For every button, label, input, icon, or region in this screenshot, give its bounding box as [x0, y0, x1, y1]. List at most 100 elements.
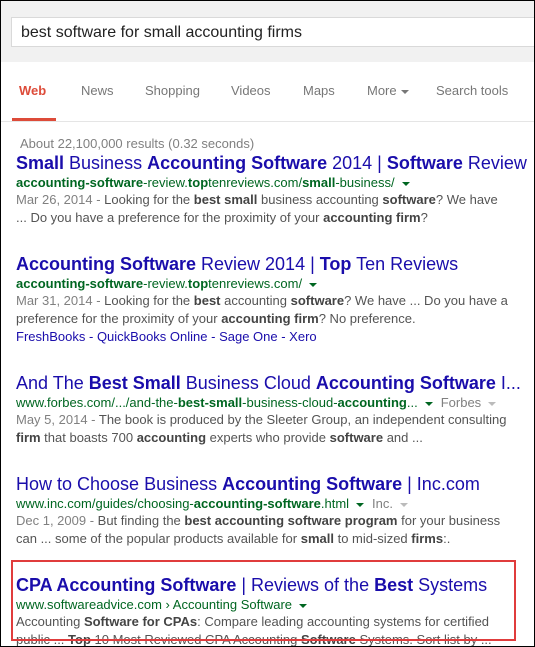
dropdown-arrow-icon[interactable] [424, 401, 433, 406]
sitelinks: FreshBooks - QuickBooks Online - Sage On… [16, 328, 531, 346]
bold-term: best accounting software program [184, 513, 398, 528]
dropdown-arrow-icon[interactable] [400, 502, 409, 507]
dropdown-arrow-icon[interactable] [401, 181, 410, 186]
sitelink[interactable]: FreshBooks [16, 329, 85, 344]
text-segment: The book is produced by the Sleeter Grou… [98, 412, 507, 427]
text-segment: that boasts 700 [40, 430, 137, 445]
dropdown-arrow-icon[interactable] [309, 282, 318, 287]
bold-term: accounting [337, 395, 407, 410]
result-snippet: Dec 1, 2009 - But finding the best accou… [16, 512, 511, 548]
text-segment: .html [320, 496, 350, 511]
result-title-link[interactable]: Small Business Accounting Software 2014 … [16, 152, 531, 174]
text-segment: www.inc.com/guides/choosing- [16, 496, 194, 511]
bold-term: Accounting Software [147, 153, 328, 173]
result-url: www.forbes.com/.../and-the-best-small-bu… [16, 394, 531, 411]
highlight-box [11, 560, 516, 641]
tab-more[interactable]: More [367, 83, 409, 98]
bold-term: top [187, 175, 209, 190]
text-segment: Review [462, 153, 527, 173]
search-result: How to Choose Business Accounting Softwa… [16, 473, 531, 548]
search-results-page: best software for small accounting firms… [0, 0, 535, 647]
text-segment: I... [495, 373, 521, 393]
bold-term: Accounting Software [315, 373, 496, 393]
text-segment: tenreviews.com/ [208, 175, 303, 190]
bold-term: software [329, 430, 384, 445]
bold-term: Top [319, 254, 352, 274]
separator: - [207, 329, 220, 344]
bold-term: software [290, 293, 345, 308]
text-segment: and ... [383, 430, 423, 445]
bold-term: small [300, 531, 334, 546]
result-url: accounting-software-review.toptenreviews… [16, 174, 531, 191]
text-segment: -business-cloud- [242, 395, 338, 410]
text-segment: How to Choose Business [16, 474, 223, 494]
tab-shopping[interactable]: Shopping [145, 83, 200, 98]
sitelink[interactable]: Xero [289, 329, 316, 344]
text-segment: :. [443, 531, 451, 546]
result-snippet: Mar 26, 2014 - Looking for the best smal… [16, 191, 511, 227]
bold-term: Best Small [88, 373, 181, 393]
text-segment: Review 2014 | [196, 254, 320, 274]
sitelink[interactable]: QuickBooks Online [97, 329, 208, 344]
dropdown-arrow-icon[interactable] [356, 502, 365, 507]
result-title-link[interactable]: How to Choose Business Accounting Softwa… [16, 473, 531, 495]
result-snippet: May 5, 2014 - The book is produced by th… [16, 411, 511, 447]
result-date: Mar 26, 2014 - [16, 192, 105, 207]
result-date: Dec 1, 2009 - [16, 513, 98, 528]
tab-maps[interactable]: Maps [303, 83, 335, 98]
sitelink[interactable]: Sage One [219, 329, 278, 344]
bold-term: small [302, 175, 336, 190]
bold-term: Software [386, 153, 463, 173]
bold-term: firms [411, 531, 444, 546]
tab-web[interactable]: Web [19, 83, 46, 98]
result-source: Forbes [440, 395, 482, 410]
text-segment: ? No preference. [318, 311, 416, 326]
text-segment: www.forbes.com/.../and-the- [16, 395, 178, 410]
text-segment: | Inc.com [402, 474, 480, 494]
bold-term: best small [193, 192, 258, 207]
separator: - [277, 329, 290, 344]
separator: - [85, 329, 97, 344]
text-segment: ... [406, 395, 418, 410]
text-segment: Business [64, 153, 148, 173]
caret-down-icon [400, 89, 409, 94]
text-segment: -review. [143, 175, 188, 190]
search-input[interactable]: best software for small accounting firms [11, 17, 534, 47]
text-segment: experts who provide [206, 430, 330, 445]
text-segment: -review. [143, 276, 188, 291]
result-snippet: Mar 31, 2014 - Looking for the best acco… [16, 292, 511, 328]
tab-more-label: More [367, 83, 397, 98]
bold-term: accounting-software [193, 496, 321, 511]
result-stats: About 22,100,000 results (0.32 seconds) [20, 136, 255, 151]
text-segment: Ten Reviews [351, 254, 459, 274]
bold-term: best-small [177, 395, 243, 410]
bold-term: accounting-software [16, 175, 144, 190]
bold-term: Accounting Software [16, 254, 197, 274]
text-segment: ? [420, 210, 428, 225]
bold-term: software [382, 192, 436, 207]
text-segment: Looking for the [104, 192, 194, 207]
bold-term: Small [16, 153, 65, 173]
bold-term: top [187, 276, 209, 291]
tab-search-tools[interactable]: Search tools [436, 83, 508, 98]
search-result: Small Business Accounting Software 2014 … [16, 152, 531, 227]
result-date: Mar 31, 2014 - [16, 293, 105, 308]
result-title-link[interactable]: Accounting Software Review 2014 | Top Te… [16, 253, 531, 275]
result-url: www.inc.com/guides/choosing-accounting-s… [16, 495, 531, 512]
tab-videos[interactable]: Videos [231, 83, 271, 98]
bold-term: accounting firm [221, 311, 319, 326]
bold-term: accounting firm [323, 210, 421, 225]
bold-term: Accounting Software [222, 474, 403, 494]
text-segment: Looking for the [104, 293, 194, 308]
search-result: And The Best Small Business Cloud Accoun… [16, 372, 531, 447]
bold-term: accounting [136, 430, 207, 445]
result-date: May 5, 2014 - [16, 412, 99, 427]
tab-news[interactable]: News [81, 83, 114, 98]
active-tab-indicator [12, 118, 56, 121]
text-segment: And The [16, 373, 89, 393]
dropdown-arrow-icon[interactable] [488, 401, 497, 406]
text-segment: tenreviews.com/ [208, 276, 303, 291]
text-segment: 2014 | [327, 153, 387, 173]
result-title-link[interactable]: And The Best Small Business Cloud Accoun… [16, 372, 531, 394]
text-segment: Business Cloud [180, 373, 316, 393]
